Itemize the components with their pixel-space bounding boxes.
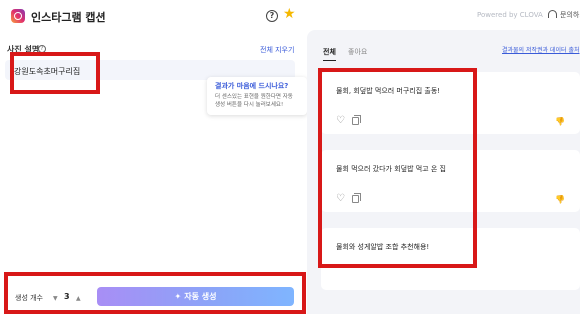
result-card: 물회와 성게알밥 조합 추천해용! [321,228,580,290]
generate-count-value: 3 [64,292,70,301]
tooltip-title: 결과가 마음에 드시나요? [215,82,289,90]
tab-likes[interactable]: 좋아요 [348,47,367,57]
app-title: 인스타그램 캡션 [31,11,106,24]
powered-by-label: Powered by CLOVA [477,11,543,19]
photo-description-value: 강원도속초머구리집 [14,67,81,76]
inquiry-link[interactable]: 문의하기 [560,10,580,20]
result-card: 물회 먹으러 갔다가 회덮밥 먹고 온 집 ♡ 👎 [321,150,580,212]
generate-bar: 생성 개수 ▼ 3 ▲ ✦ 자동 생성 [0,284,305,314]
photo-description-label: 사진 설명 [7,45,40,54]
headset-icon [548,10,557,18]
thumbs-down-icon[interactable]: 👎 [555,196,565,204]
result-caption: 물회 먹으러 갔다가 회덮밥 먹고 온 집 [336,165,446,173]
result-caption: 물회와 성게알밥 조합 추천해용! [336,243,430,251]
heart-icon[interactable]: ♡ [336,194,345,204]
auto-generate-button[interactable]: ✦ 자동 생성 [97,287,294,306]
feedback-tooltip: 결과가 마음에 드시나요? 더 센스있는 표현을 원한다면 자동 생성 버튼을 … [207,77,307,115]
count-increase-icon[interactable]: ▲ [76,295,81,302]
results-panel: 전체 좋아요 결과물의 저작권과 데이터 출처 물회, 회덮밥 먹으러 머구리집… [307,30,580,314]
copy-icon[interactable] [352,193,361,203]
magic-wand-icon: ✦ [174,292,182,301]
instagram-logo-icon [11,9,25,23]
auto-generate-label: 자동 생성 [184,292,217,301]
count-decrease-icon[interactable]: ▼ [53,295,58,302]
result-caption: 물회, 회덮밥 먹으러 머구리집 출동! [336,87,441,95]
tooltip-line-2: 생성 버튼을 다시 눌러보세요! [215,102,284,108]
star-icon[interactable]: ★ [283,7,296,21]
tab-all[interactable]: 전체 [323,47,336,61]
copyright-data-source-link[interactable]: 결과물의 저작권과 데이터 출처 [502,45,579,54]
input-panel: 사진 설명 ? 전체 지우기 강원도속초머구리집 결과가 마음에 드시나요? 더… [0,30,307,314]
copy-icon[interactable] [352,115,361,125]
app-header: 인스타그램 캡션 ? ★ Powered by CLOVA 문의하기 [0,0,580,30]
clear-all-button[interactable]: 전체 지우기 [260,45,294,55]
result-card: 물회, 회덮밥 먹으러 머구리집 출동! ♡ 👎 [321,72,580,134]
info-icon[interactable]: ? [38,45,46,53]
tooltip-body: 더 센스있는 표현을 원한다면 자동 생성 버튼을 다시 눌러보세요! [215,93,299,109]
thumbs-down-icon[interactable]: 👎 [555,118,565,126]
help-icon[interactable]: ? [266,10,278,22]
heart-icon[interactable]: ♡ [336,116,345,126]
tooltip-line-1: 더 센스있는 표현을 원한다면 자동 [215,94,293,100]
generate-count-label: 생성 개수 [15,294,43,302]
